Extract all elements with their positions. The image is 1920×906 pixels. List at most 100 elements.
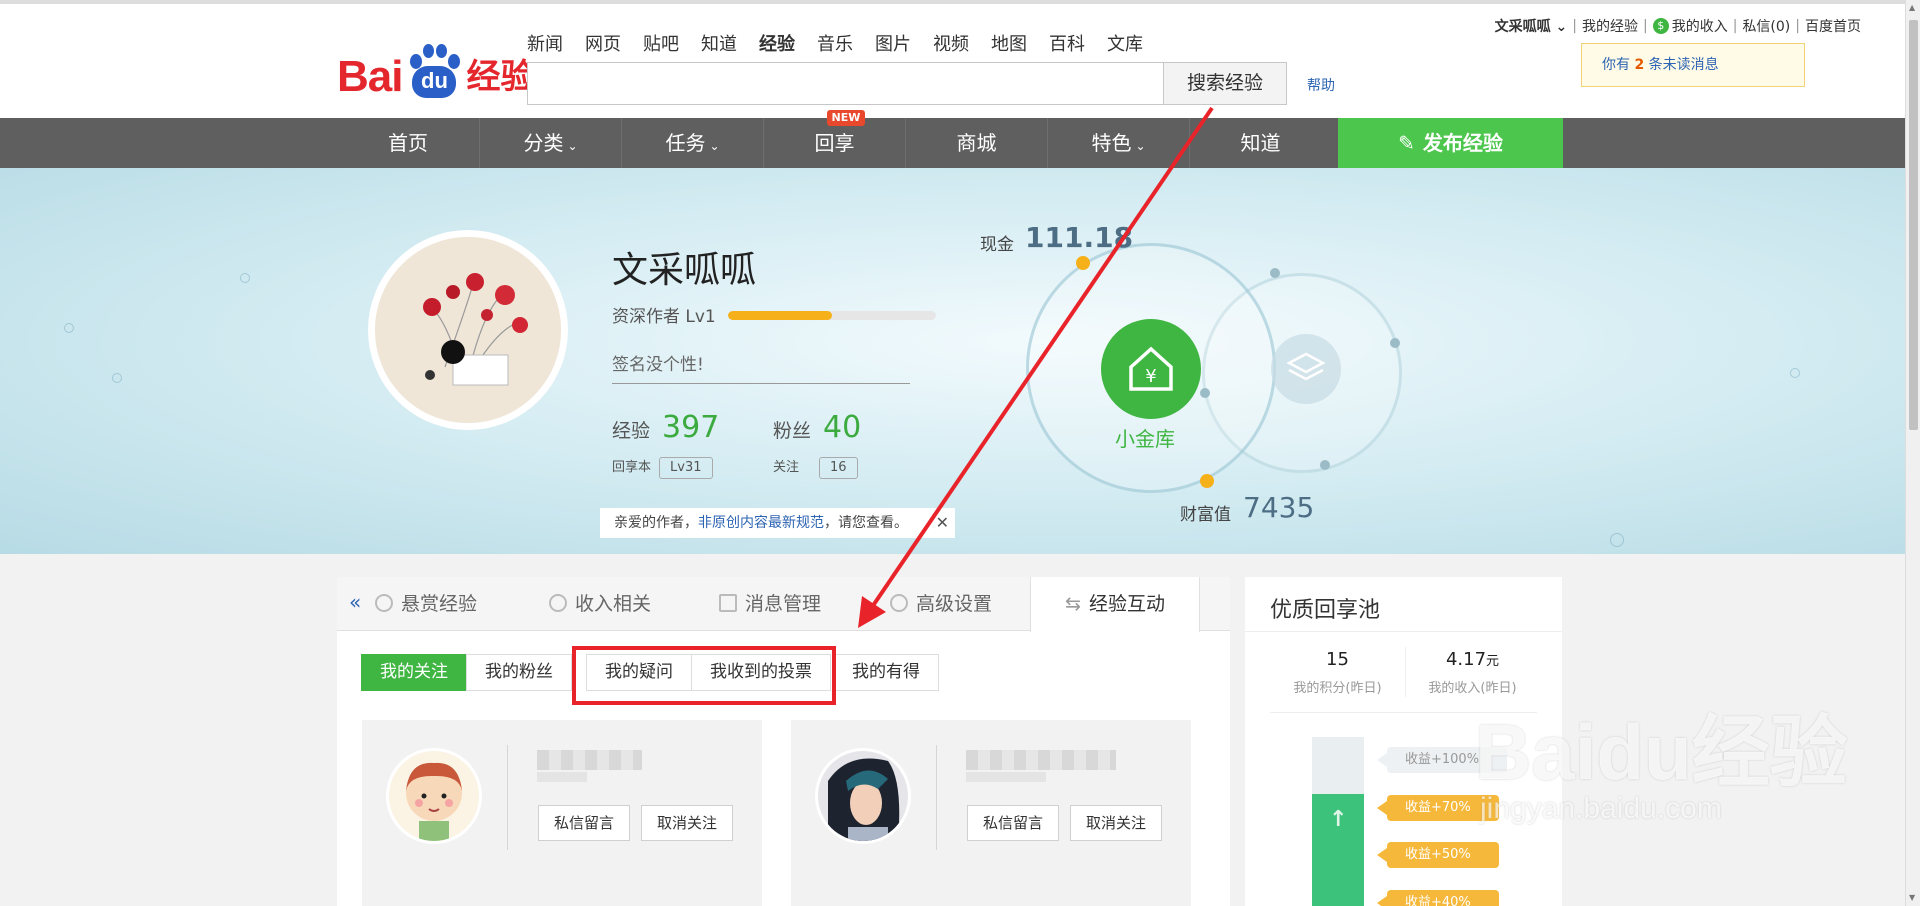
top-nav-item[interactable]: 网页 (585, 30, 621, 56)
decor-bubble (1790, 368, 1800, 378)
nav-zhidao[interactable]: 知道 (1189, 118, 1331, 168)
page-scrollbar[interactable]: ▲ ▼ (1905, 0, 1920, 906)
nav-featured[interactable]: 特色 ⌄ (1047, 118, 1189, 168)
reward-icon (375, 593, 393, 612)
logo-jingyan-text: 经验 (466, 57, 535, 97)
scroll-up-icon[interactable]: ▲ (1909, 3, 1915, 12)
unfollow-button[interactable]: 取消关注 (1070, 805, 1163, 841)
help-link[interactable]: 帮助 (1307, 75, 1335, 95)
blurred-username (966, 750, 1116, 770)
top-nav-item[interactable]: 百科 (1049, 30, 1085, 56)
private-message-button[interactable]: 私信留言 (538, 805, 631, 841)
logo-bai-text: Bai (337, 52, 403, 101)
pen-icon: ✎ (1398, 131, 1415, 155)
tab-interaction[interactable]: ⇆ 经验互动 (1030, 577, 1200, 632)
search-button[interactable]: 搜索经验 (1163, 62, 1287, 105)
experience-stat[interactable]: 经验 397 (612, 410, 719, 445)
top-nav-item[interactable]: 新闻 (527, 30, 563, 56)
rank-progress-bar (728, 311, 936, 320)
top-nav-item[interactable]: 文库 (1107, 30, 1143, 56)
top-nav-item[interactable]: 经验 (759, 30, 795, 56)
user-menu[interactable]: 文采呱呱 ⌄ (1495, 16, 1568, 36)
wealth-label: 财富值 (1180, 505, 1231, 525)
my-income-link[interactable]: 我的收入 (1672, 16, 1728, 36)
divider (1270, 712, 1537, 713)
tab-advanced[interactable]: 高级设置 (890, 577, 992, 631)
divider (507, 745, 508, 850)
user-avatar[interactable] (368, 230, 568, 430)
username-label: 文采呱呱 (1494, 19, 1551, 35)
new-badge: NEW (826, 110, 866, 126)
divider (936, 745, 937, 850)
nav-zhidao-label: 知道 (1240, 131, 1281, 155)
author-rank: 资深作者 Lv1 (612, 307, 716, 327)
profile-banner: 文采呱呱 资深作者 Lv1 签名没个性! 经验 397 粉丝 40 回享本 Lv31 … (0, 168, 1905, 554)
follow-count[interactable]: 关注 16 (773, 456, 858, 479)
nav-category[interactable]: 分类 ⌄ (479, 118, 621, 168)
rank-progress-fill (728, 311, 832, 320)
publish-experience-button[interactable]: ✎ 发布经验 (1338, 118, 1563, 168)
nav-category-label: 分类 (523, 131, 564, 155)
top-nav-item[interactable]: 图片 (875, 30, 911, 56)
arrow-up-icon: ↑ (1329, 807, 1348, 832)
nav-mall[interactable]: 商城 (905, 118, 1047, 168)
tip-suffix: ，请您查看。 (824, 515, 908, 531)
layers-icon[interactable] (1271, 334, 1341, 404)
follow-avatar[interactable] (815, 748, 911, 844)
search-input[interactable] (527, 62, 1164, 105)
subtab-fans[interactable]: 我的粉丝 (466, 654, 572, 691)
top-nav-item[interactable]: 贴吧 (643, 30, 679, 56)
tip-link[interactable]: 非原创内容最新规范 (698, 515, 824, 531)
top-product-nav: 新闻 网页 贴吧 知道 经验 音乐 图片 视频 地图 百科 文库 (527, 30, 1165, 56)
decor-dot (1390, 338, 1400, 348)
follow-card: 私信留言 取消关注 (362, 720, 762, 906)
nav-mall-label: 商城 (956, 131, 997, 155)
income-amount: 4.17 (1445, 649, 1487, 670)
tab-reward[interactable]: 悬赏经验 (375, 577, 477, 631)
unfollow-button[interactable]: 取消关注 (641, 805, 734, 841)
main-nav: 首页 分类 ⌄ 任务 ⌄ NEW 回享 商城 特色 ⌄ 知道 (0, 110, 1905, 168)
private-message-button[interactable]: 私信留言 (967, 805, 1060, 841)
bank-house-icon[interactable]: ¥ (1101, 319, 1201, 419)
tab-income-label: 收入相关 (575, 593, 652, 615)
huixiang-level-badge: Lv31 (659, 457, 713, 479)
unread-notice[interactable]: 你有 2 条未读消息 (1581, 43, 1805, 87)
profile-username: 文采呱呱 (612, 250, 757, 291)
messages-link[interactable]: 私信(0) (1742, 16, 1790, 36)
follow-value: 16 (819, 457, 858, 479)
pool-title: 优质回享池 (1270, 598, 1381, 623)
coin-icon: $ (1652, 18, 1669, 34)
top-nav-item[interactable]: 视频 (933, 30, 969, 56)
signature-field[interactable]: 签名没个性! (612, 350, 910, 384)
top-nav-item[interactable]: 地图 (991, 30, 1027, 56)
nav-home-label: 首页 (388, 131, 428, 155)
decor-bubble (112, 373, 122, 383)
bank-label[interactable]: 小金库 (1115, 423, 1175, 452)
blurred-username (537, 772, 587, 782)
nav-tasks[interactable]: 任务 ⌄ (621, 118, 763, 168)
scroll-down-icon[interactable]: ▼ (1909, 893, 1915, 902)
subtab-following[interactable]: 我的关注 (361, 654, 467, 691)
nav-huixiang[interactable]: NEW 回享 (763, 110, 905, 168)
tab-messages[interactable]: 消息管理 (719, 577, 821, 631)
nav-home[interactable]: 首页 (337, 118, 479, 168)
baidu-home-link[interactable]: 百度首页 (1805, 16, 1861, 36)
top-nav-item[interactable]: 知道 (701, 30, 737, 56)
nav-featured-label: 特色 (1091, 131, 1132, 155)
scrollbar-thumb[interactable] (1909, 20, 1918, 430)
fans-stat[interactable]: 粉丝 40 (773, 410, 861, 445)
top-nav-item[interactable]: 音乐 (817, 30, 853, 56)
close-icon[interactable]: ✕ (936, 508, 949, 538)
my-experience-link[interactable]: 我的经验 (1582, 16, 1638, 36)
notice-suffix: 条未读消息 (1644, 57, 1719, 73)
subtab-gains[interactable]: 我的有得 (833, 654, 939, 691)
follow-label: 关注 (773, 460, 800, 475)
tab-income[interactable]: 收入相关 (549, 577, 651, 631)
decor-bubble (1610, 533, 1624, 547)
notice-prefix: 你有 (1602, 57, 1635, 73)
collapse-icon[interactable]: « (349, 577, 361, 627)
bonus-tag: 收益+50% (1377, 842, 1499, 868)
notice-count: 2 (1634, 57, 1645, 73)
follow-avatar[interactable] (386, 748, 482, 844)
baidu-jingyan-logo[interactable]: Bai du 经验 (337, 36, 534, 102)
